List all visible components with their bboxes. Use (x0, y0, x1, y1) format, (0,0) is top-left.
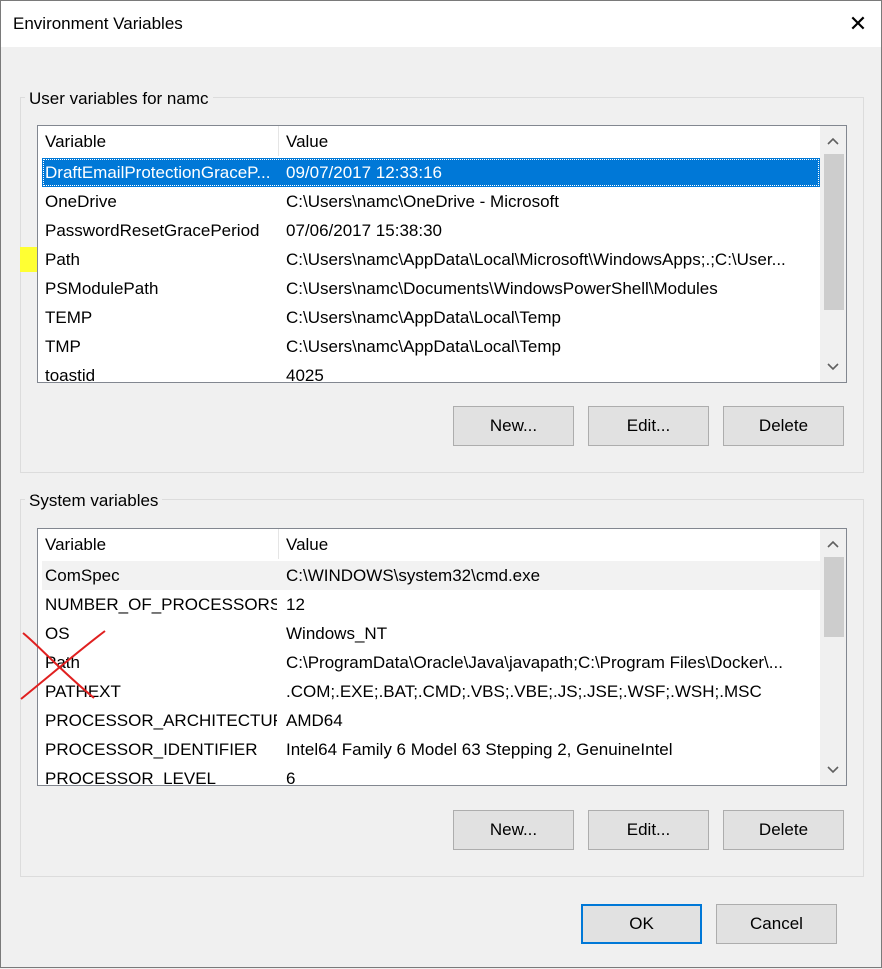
close-icon[interactable]: ✕ (835, 1, 881, 47)
system-variable-row[interactable]: OS Windows_NT (42, 619, 820, 648)
user-variable-row[interactable]: PasswordResetGracePeriod 07/06/2017 15:38… (42, 216, 820, 245)
title-bar: Environment Variables ✕ (1, 1, 881, 47)
user-variables-list[interactable]: Variable Value DraftEmailProtectionGrace… (37, 125, 847, 383)
user-variable-row[interactable]: OneDrive C:\Users\namc\OneDrive - Microso… (42, 187, 820, 216)
user-variables-label: User variables for namc (25, 89, 213, 109)
column-header-variable[interactable]: Variable (45, 132, 106, 152)
ok-button[interactable]: OK (581, 904, 702, 944)
user-variable-row[interactable]: toastid 4025 (42, 361, 820, 382)
user-variable-row[interactable]: TMP C:\Users\namc\AppData\Local\Temp (42, 332, 820, 361)
scroll-up-icon[interactable] (820, 531, 846, 557)
scroll-down-icon[interactable] (820, 354, 846, 380)
column-header-value[interactable]: Value (286, 132, 328, 152)
user-edit-button[interactable]: Edit... (588, 406, 709, 446)
system-edit-button[interactable]: Edit... (588, 810, 709, 850)
column-divider[interactable] (278, 529, 279, 559)
system-variable-row[interactable]: NUMBER_OF_PROCESSORS 12 (42, 590, 820, 619)
scrollbar-thumb[interactable] (824, 154, 844, 310)
column-header-variable[interactable]: Variable (45, 535, 106, 555)
user-variable-row[interactable]: PSModulePath C:\Users\namc\Documents\Wind… (42, 274, 820, 303)
column-header-value[interactable]: Value (286, 535, 328, 555)
system-variable-row[interactable]: ComSpec C:\WINDOWS\system32\cmd.exe (42, 561, 820, 590)
vertical-scrollbar[interactable] (820, 529, 846, 785)
system-variable-row[interactable]: Path C:\ProgramData\Oracle\Java\javapath;… (42, 648, 820, 677)
user-variable-row[interactable]: Path C:\Users\namc\AppData\Local\Microsof… (42, 245, 820, 274)
scroll-up-icon[interactable] (820, 128, 846, 154)
scrollbar-thumb[interactable] (824, 557, 844, 637)
system-delete-button[interactable]: Delete (723, 810, 844, 850)
system-variable-row[interactable]: PATHEXT .COM;.EXE;.BAT;.CMD;.VBS;.VBE;.JS… (42, 677, 820, 706)
dialog-title: Environment Variables (13, 14, 183, 33)
column-divider[interactable] (278, 126, 279, 156)
environment-variables-dialog: Environment Variables ✕ User variables f… (0, 0, 882, 968)
vertical-scrollbar[interactable] (820, 126, 846, 382)
user-variable-row[interactable]: TEMP C:\Users\namc\AppData\Local\Temp (42, 303, 820, 332)
cancel-button[interactable]: Cancel (716, 904, 837, 944)
list-header: Variable Value (38, 529, 820, 559)
user-new-button[interactable]: New... (453, 406, 574, 446)
list-header: Variable Value (38, 126, 820, 156)
system-variable-row[interactable]: PROCESSOR_IDENTIFIER Intel64 Family 6 Mod… (42, 735, 820, 764)
system-variable-row[interactable]: PROCESSOR_ARCHITECTURE AMD64 (42, 706, 820, 735)
user-delete-button[interactable]: Delete (723, 406, 844, 446)
system-variables-label: System variables (25, 491, 163, 511)
user-variable-row[interactable]: DraftEmailProtectionGraceP... 09/07/2017 … (42, 158, 820, 187)
system-variable-row[interactable]: PROCESSOR_LEVEL 6 (42, 764, 820, 785)
system-variables-list[interactable]: Variable Value ComSpec C:\WINDOWS\system3… (37, 528, 847, 786)
scroll-down-icon[interactable] (820, 757, 846, 783)
system-new-button[interactable]: New... (453, 810, 574, 850)
